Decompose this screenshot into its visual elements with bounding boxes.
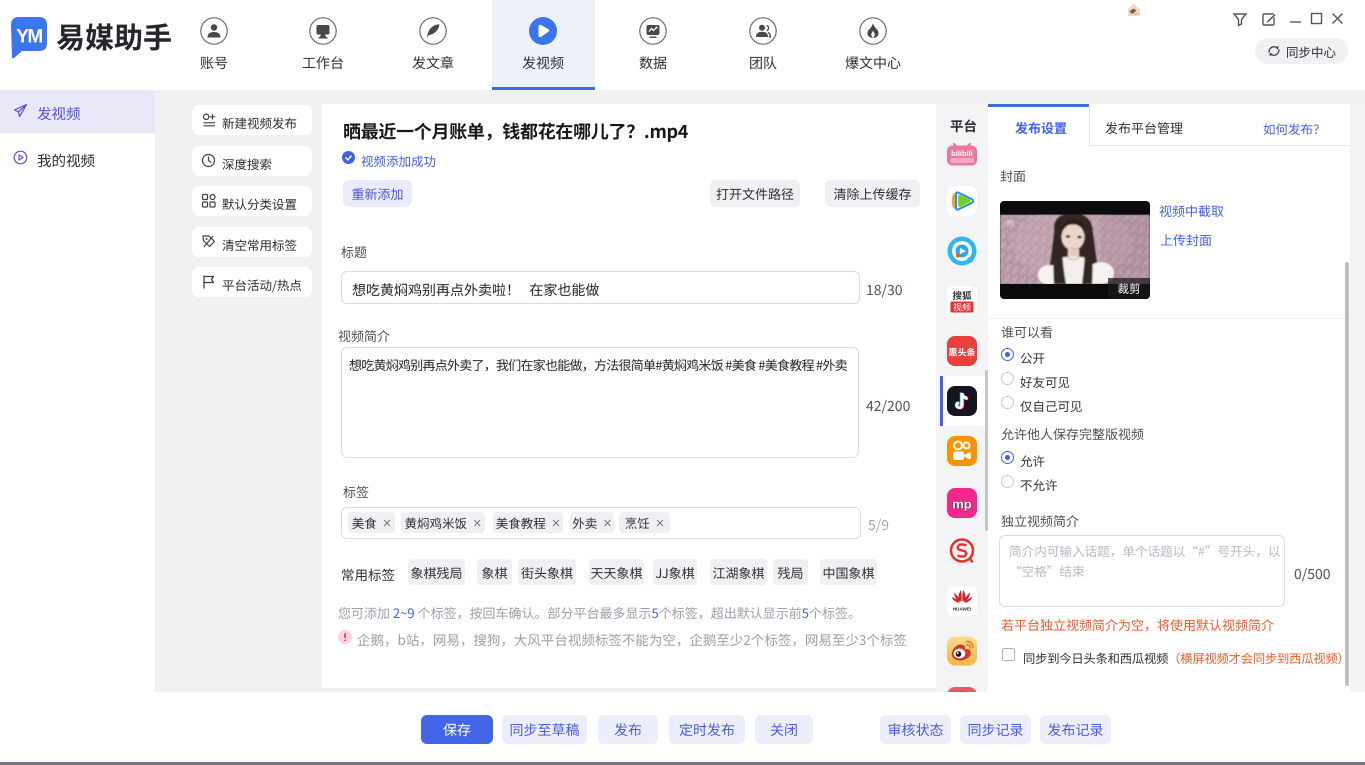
svg-text:YM: YM bbox=[16, 27, 42, 48]
svg-text:视频: 视频 bbox=[953, 301, 971, 314]
svg-text:mp: mp bbox=[952, 497, 972, 512]
svg-text:裁剪: 裁剪 bbox=[1118, 281, 1141, 297]
svg-text:惠头条: 惠头条 bbox=[948, 346, 975, 359]
svg-text:的: 的 bbox=[1007, 217, 1014, 227]
svg-text:HUAWEI: HUAWEI bbox=[953, 606, 971, 611]
svg-text:bilibili: bilibili bbox=[951, 149, 973, 158]
